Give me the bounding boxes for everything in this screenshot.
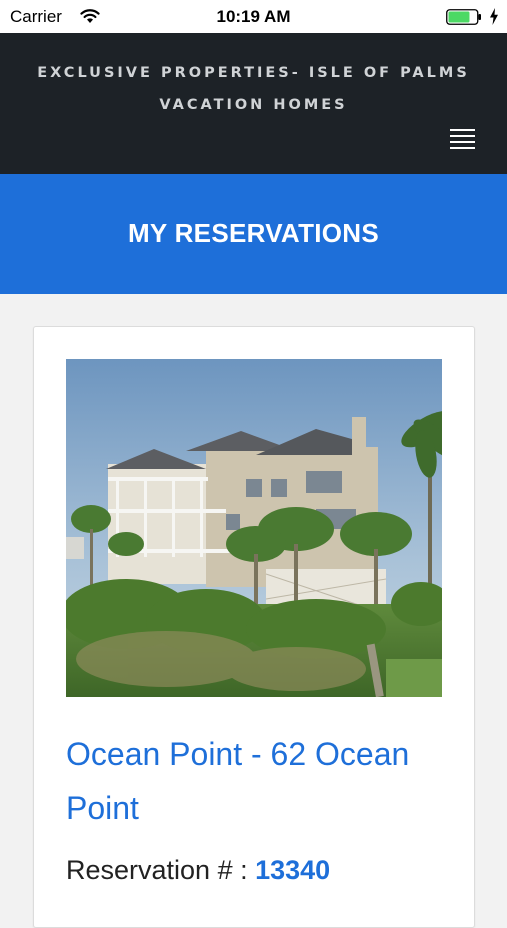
site-title-line1: EXCLUSIVE PROPERTIES- ISLE OF PALMS <box>37 65 470 81</box>
page-title: MY RESERVATIONS <box>127 218 380 248</box>
reservation-card[interactable]: Ocean Point - 62 Ocean Point Reservation… <box>33 326 475 928</box>
status-time: 10:19 AM <box>216 7 291 26</box>
site-title: EXCLUSIVE PROPERTIES- ISLE OF PALMS VACA… <box>30 57 477 121</box>
battery-icon <box>446 9 481 25</box>
status-bar: Carrier 10:19 AM <box>0 0 507 33</box>
reservation-label: Reservation # : <box>66 855 256 885</box>
charging-bolt-icon <box>490 8 498 25</box>
hamburger-menu-icon[interactable] <box>447 127 477 151</box>
site-title-line2: VACATION HOMES <box>159 97 348 113</box>
reservation-number-row: Reservation # : 13340 <box>66 855 330 886</box>
page-banner: MY RESERVATIONS <box>0 174 507 294</box>
reservation-number[interactable]: 13340 <box>255 855 330 885</box>
beach-house-photo <box>66 359 442 697</box>
property-photo[interactable] <box>66 359 442 697</box>
property-name-link[interactable]: Ocean Point - 62 Ocean Point <box>66 727 446 835</box>
app-header: EXCLUSIVE PROPERTIES- ISLE OF PALMS VACA… <box>0 33 507 174</box>
